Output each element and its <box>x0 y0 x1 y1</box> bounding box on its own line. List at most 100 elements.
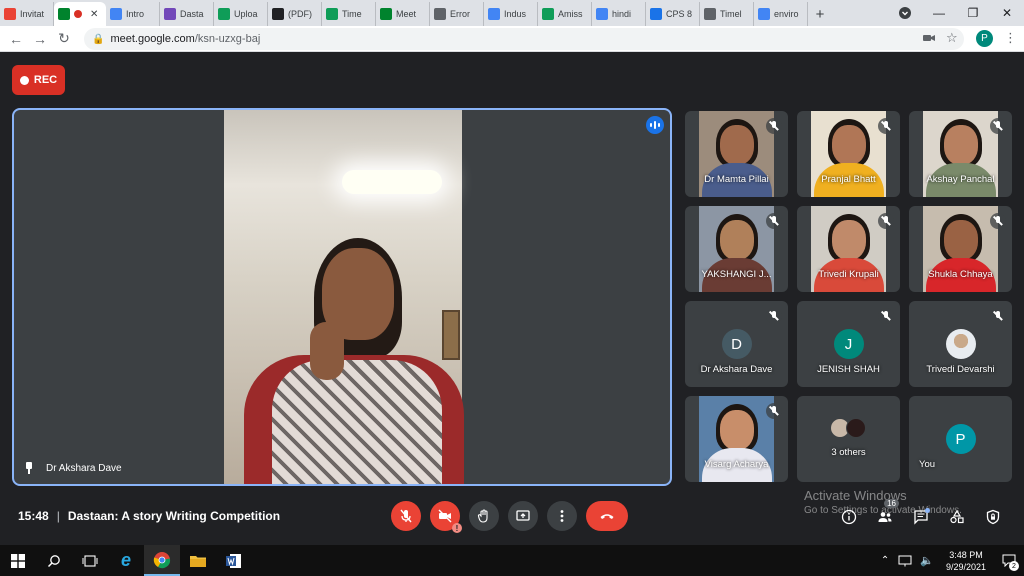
browser-tab[interactable]: Timel <box>700 2 754 26</box>
host-controls-button[interactable] <box>983 507 1003 527</box>
shield-lock-icon <box>986 509 1000 525</box>
browser-tab[interactable]: Indus <box>484 2 538 26</box>
classroom-icon <box>650 8 662 20</box>
participant-name: Akshay Panchal <box>926 174 995 185</box>
participant-tile[interactable]: J JENISH SHAH <box>797 301 900 387</box>
chrome-icon[interactable] <box>144 545 180 576</box>
participant-tile[interactable]: Visarg Acharya <box>685 396 788 482</box>
word-icon[interactable] <box>216 545 252 576</box>
notification-count: 2 <box>1009 561 1019 571</box>
tab-label: Timel <box>720 9 742 19</box>
meeting-details-button[interactable] <box>839 507 859 527</box>
file-explorer-icon[interactable] <box>180 545 216 576</box>
participant-tile[interactable]: Akshay Panchal <box>909 111 1012 197</box>
tab-search-icon[interactable] <box>888 0 922 26</box>
participant-name: Dr Mamta Pillai <box>704 174 769 185</box>
reload-icon[interactable]: ↻ <box>52 27 76 51</box>
camera-toggle-button[interactable]: ! <box>430 501 462 533</box>
browser-tab[interactable]: Intro <box>106 2 160 26</box>
present-screen-button[interactable] <box>508 501 538 531</box>
calendar-icon <box>488 8 500 20</box>
chat-button[interactable] <box>911 507 931 527</box>
url-path: /ksn-uzxg-baj <box>194 33 261 45</box>
pin-icon[interactable] <box>24 462 34 474</box>
tab-close-icon[interactable]: ✕ <box>90 9 98 20</box>
close-window-icon[interactable]: ✕ <box>990 0 1024 26</box>
browser-tab[interactable]: (PDF) <box>268 2 322 26</box>
volume-icon[interactable]: 🔈 <box>920 554 934 567</box>
browser-tab[interactable]: ✕ <box>54 2 106 26</box>
participant-avatar <box>945 329 976 359</box>
activities-icon <box>950 509 964 524</box>
participant-tile[interactable]: Dr Mamta Pillai <box>685 111 788 197</box>
docs-icon <box>110 8 122 20</box>
new-tab-button[interactable]: + <box>808 2 832 26</box>
back-icon[interactable]: ← <box>4 27 28 51</box>
browser-tab[interactable]: Invitat <box>0 2 54 26</box>
windows-start-icon[interactable] <box>0 545 36 576</box>
mic-toggle-button[interactable] <box>391 501 421 531</box>
tab-label: Time <box>342 9 362 19</box>
browser-tab[interactable]: Dasta <box>160 2 214 26</box>
sheets-icon <box>326 8 338 20</box>
activities-button[interactable] <box>947 507 967 527</box>
participant-tile[interactable]: D Dr Akshara Dave <box>685 301 788 387</box>
bookmark-star-icon[interactable]: ☆ <box>946 30 958 46</box>
speaking-indicator-icon <box>646 116 664 134</box>
participant-name: Trivedi Devarshi <box>926 364 995 375</box>
info-icon <box>841 509 857 525</box>
internet-explorer-icon[interactable]: e <box>108 545 144 576</box>
participant-name: Visarg Acharya <box>704 459 769 470</box>
tray-chevron-icon[interactable]: ⌃ <box>881 555 889 566</box>
network-icon[interactable] <box>898 555 912 567</box>
meet-area: REC Dr Akshara Dave Dr Mamta Pillai Pranj… <box>0 52 1024 545</box>
participant-tile[interactable]: Trivedi Devarshi <box>909 301 1012 387</box>
muted-mic-icon <box>990 213 1006 229</box>
muted-mic-icon <box>878 213 894 229</box>
people-button[interactable]: 16 <box>875 499 899 527</box>
browser-tab[interactable]: Uploa <box>214 2 268 26</box>
main-speaker-name: Dr Akshara Dave <box>46 462 122 474</box>
minimize-icon[interactable]: — <box>922 0 956 26</box>
chat-notification-dot <box>925 508 930 513</box>
tab-label: Intro <box>126 9 145 19</box>
restore-icon[interactable]: ❐ <box>956 0 990 26</box>
taskbar-clock[interactable]: 3:48 PM 9/29/2021 <box>946 549 986 573</box>
muted-mic-icon <box>878 118 894 134</box>
tab-label: Invitat <box>20 9 45 19</box>
browser-tab[interactable]: CPS 8 <box>646 2 700 26</box>
meet-icon <box>380 8 392 20</box>
raise-hand-button[interactable] <box>469 501 499 531</box>
muted-mic-icon <box>766 308 782 324</box>
task-view-icon[interactable] <box>72 545 108 576</box>
browser-tab[interactable]: hindi <box>592 2 646 26</box>
participant-tile[interactable]: YAKSHANGI J... <box>685 206 788 292</box>
search-icon[interactable] <box>36 545 72 576</box>
camera-icon[interactable] <box>922 31 936 50</box>
people-count-badge: 16 <box>884 499 899 508</box>
address-bar[interactable]: 🔒 meet.google.com/ksn-uzxg-baj <box>84 28 964 50</box>
participant-tile[interactable]: 3 others <box>797 396 900 482</box>
participant-tile[interactable]: Trivedi Krupali <box>797 206 900 292</box>
sheets-icon <box>542 8 554 20</box>
leave-call-button[interactable] <box>586 501 628 531</box>
profile-avatar[interactable]: P <box>976 30 993 47</box>
academia-icon <box>272 8 284 20</box>
forward-icon[interactable]: → <box>28 27 52 51</box>
people-icon <box>878 512 892 522</box>
main-video-tile[interactable]: Dr Akshara Dave <box>12 108 672 486</box>
participant-tile[interactable]: P You <box>909 396 1012 482</box>
menu-kebab-icon[interactable]: ⋮ <box>1004 30 1017 46</box>
browser-tab[interactable]: Time <box>322 2 376 26</box>
more-options-button[interactable] <box>547 501 577 531</box>
screen: Invitat ✕ Intro Dasta Uploa (PDF) Time Meet Erro… <box>0 0 1024 576</box>
recording-badge[interactable]: REC <box>12 65 65 95</box>
participant-tile[interactable]: Shukla Chhaya <box>909 206 1012 292</box>
warning-icon: ! <box>452 523 462 533</box>
browser-tab[interactable]: Amiss <box>538 2 592 26</box>
participant-tile[interactable]: Pranjal Bhatt <box>797 111 900 197</box>
browser-tab[interactable]: enviro <box>754 2 808 26</box>
action-center-icon[interactable]: 2 <box>994 545 1024 576</box>
browser-tab[interactable]: Meet <box>376 2 430 26</box>
browser-tab[interactable]: Error <box>430 2 484 26</box>
